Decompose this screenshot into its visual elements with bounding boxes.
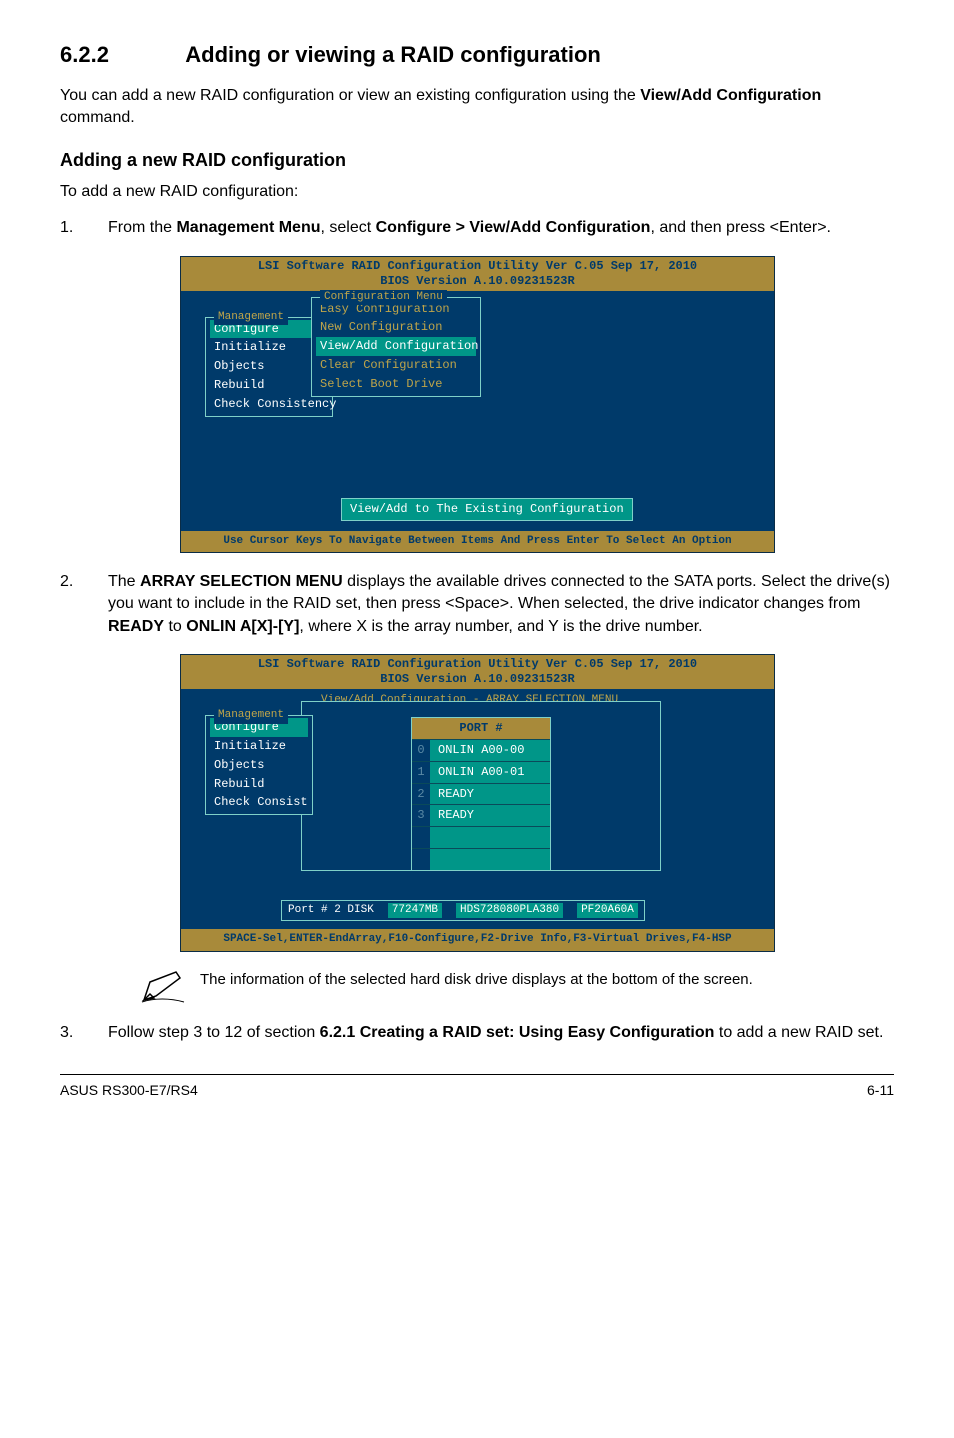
step-2-pre: The [108,573,140,590]
step-2-text: The ARRAY SELECTION MENU displays the av… [108,571,894,638]
bios2-port-2-val: READY [430,784,550,805]
footer-right: 6-11 [867,1081,894,1101]
footer-left: ASUS RS300-E7/RS4 [60,1081,198,1101]
step-3-b1: 6.2.1 Creating a RAID set: Using Easy Co… [320,1024,715,1041]
step-1-post: , and then press <Enter>. [650,219,831,236]
step-2-post: , where X is the array number, and Y is … [299,618,702,635]
bios1-cfg-selectboot: Select Boot Drive [316,375,476,394]
bios2-port-empty2-val [430,849,550,870]
bios2-mgmt-legend: Management [214,708,288,723]
bios2-port-0-val: ONLIN A00-00 [430,740,550,761]
step-1: 1. From the Management Menu, select Conf… [60,217,894,239]
step-2-mid2: to [164,618,186,635]
bios2-port-0-idx: 0 [412,740,430,761]
step-3: 3. Follow step 3 to 12 of section 6.2.1 … [60,1022,894,1044]
bios2-mgmt-objects: Objects [210,756,308,775]
bios2-mgmt-menu: Management Configure Initialize Objects … [205,715,313,815]
bios2-port-row-empty2 [412,848,550,870]
bios2-port-empty1-val [430,827,550,848]
bios2-port-row-1: 1 ONLIN A00-01 [412,761,550,783]
bios2-port-empty2-idx [412,849,430,870]
note-text: The information of the selected hard dis… [200,970,753,990]
bios2-mgmt-checkconsist: Check Consist [210,793,308,812]
bios1-titlebar: LSI Software RAID Configuration Utility … [181,257,774,291]
intro-text-b: command. [60,109,135,126]
bios1-cfg-viewadd: View/Add Configuration [316,337,476,356]
step-1-b2: Configure > View/Add Configuration [376,219,651,236]
bios1-cfg-menu: Configuration Menu Easy Configuration Ne… [311,297,481,397]
intro-paragraph: You can add a new RAID configuration or … [60,85,894,130]
intro-text-a: You can add a new RAID configuration or … [60,87,640,104]
bios2-titlebar: LSI Software RAID Configuration Utility … [181,655,774,689]
step-3-text: Follow step 3 to 12 of section 6.2.1 Cre… [108,1022,894,1044]
bios2-mgmt-rebuild: Rebuild [210,775,308,794]
step-1-mid: , select [320,219,375,236]
note-row: The information of the selected hard dis… [140,970,840,1004]
bios1-mgmt-legend: Management [214,310,288,325]
bios1-cfg-legend: Configuration Menu [320,290,447,305]
bios2-port-row-2: 2 READY [412,783,550,805]
bios1-title-line1: LSI Software RAID Configuration Utility … [185,259,770,274]
bios2-port-1-idx: 1 [412,762,430,783]
step-3-num: 3. [60,1022,108,1044]
bios2-port-3-val: READY [430,805,550,826]
bios2-info-size: 77247MB [388,903,442,918]
bios2-info-portlbl: Port # 2 DISK [288,903,374,918]
section-heading: 6.2.2 Adding or viewing a RAID configura… [60,40,894,71]
step-2-num: 2. [60,571,108,638]
subhead-intro: To add a new RAID configuration: [60,181,894,203]
bios2-mgmt-initialize: Initialize [210,737,308,756]
step-1-b1: Management Menu [176,219,320,236]
step-3-post: to add a new RAID set. [714,1024,883,1041]
bios1-cfg-new: New Configuration [316,318,476,337]
bios2-status: SPACE-Sel,ENTER-EndArray,F10-Configure,F… [181,929,774,950]
step-2-b2: READY [108,618,164,635]
bios2-title-line1: LSI Software RAID Configuration Utility … [185,657,770,672]
pencil-note-icon [140,970,186,1004]
bios2-port-1-val: ONLIN A00-01 [430,762,550,783]
step-2-b3: ONLIN A[X]-[Y] [186,618,299,635]
bios2-port-row-0: 0 ONLIN A00-00 [412,739,550,761]
step-2: 2. The ARRAY SELECTION MENU displays the… [60,571,894,638]
bios1-mgmt-checkconsist: Check Consistency [210,395,328,414]
bios2-port-2-idx: 2 [412,784,430,805]
page-footer: ASUS RS300-E7/RS4 6-11 [60,1074,894,1101]
bios2-port-3-idx: 3 [412,805,430,826]
bios2-port-row-3: 3 READY [412,804,550,826]
bios2-port-header: PORT # [412,718,550,739]
bios1-status: Use Cursor Keys To Navigate Between Item… [181,531,774,552]
bios1-cfg-clear: Clear Configuration [316,356,476,375]
step-1-text: From the Management Menu, select Configu… [108,217,894,239]
bios2-info-model: HDS728080PLA380 [456,903,563,918]
bios2-info-bar: Port # 2 DISK 77247MB HDS728080PLA380 PF… [281,900,645,921]
section-title-text: Adding or viewing a RAID configuration [185,42,601,67]
subheading: Adding a new RAID configuration [60,148,894,173]
bios2-info-fw: PF20A60A [577,903,638,918]
step-2-b1: ARRAY SELECTION MENU [140,573,343,590]
step-1-num: 1. [60,217,108,239]
intro-bold: View/Add Configuration [640,87,821,104]
section-number: 6.2.2 [60,40,180,71]
bios2-port-row-empty1 [412,826,550,848]
bios1-bottom-box: View/Add to The Existing Configuration [341,498,633,521]
step-3-pre: Follow step 3 to 12 of section [108,1024,320,1041]
bios-screenshot-2: LSI Software RAID Configuration Utility … [180,654,775,951]
step-1-pre: From the [108,219,176,236]
bios1-title-line2: BIOS Version A.10.09231523R [185,274,770,289]
bios2-title-line2: BIOS Version A.10.09231523R [185,672,770,687]
bios2-port-empty1-idx [412,827,430,848]
bios-screenshot-1: LSI Software RAID Configuration Utility … [180,256,775,553]
bios2-port-table: PORT # 0 ONLIN A00-00 1 ONLIN A00-01 2 R… [411,717,551,871]
